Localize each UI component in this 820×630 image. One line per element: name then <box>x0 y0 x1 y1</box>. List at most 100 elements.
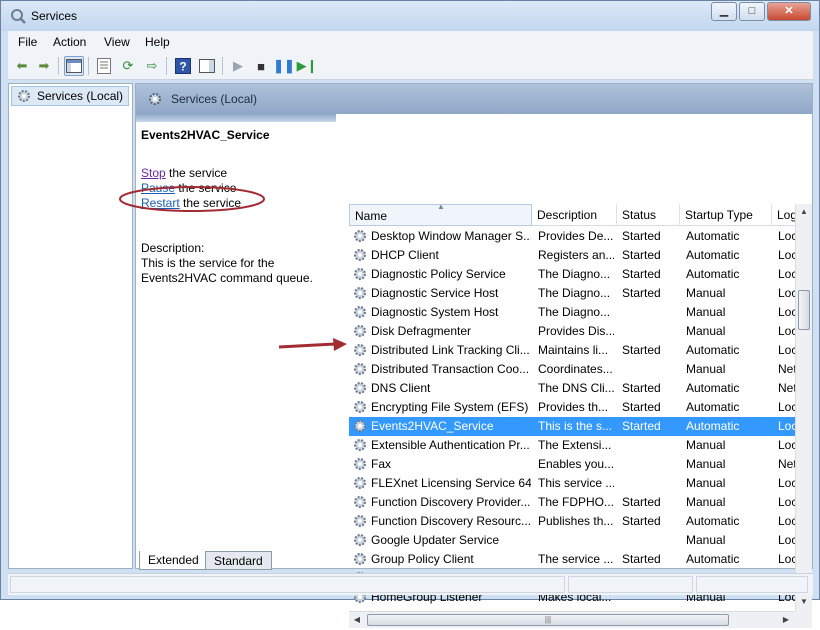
menu-view[interactable]: View <box>104 35 130 49</box>
maximize-button[interactable]: □ <box>739 2 765 21</box>
service-row[interactable]: Diagnostic Policy Service The Diagno... St… <box>349 265 795 284</box>
service-name: Distributed Link Tracking Cli... <box>371 343 530 357</box>
service-description: The FDPHO... <box>538 495 614 509</box>
view-tabs: Extended Standard <box>135 551 813 571</box>
service-description: Provides De... <box>538 229 614 243</box>
status-segment <box>696 576 808 593</box>
show-hide-console-tree-button[interactable] <box>64 56 84 76</box>
service-log-on-as: Loc <box>778 533 795 547</box>
service-row[interactable]: Distributed Link Tracking Cli... Maintain… <box>349 341 795 360</box>
vertical-scroll-thumb[interactable] <box>798 290 810 330</box>
status-segment <box>10 576 565 593</box>
service-name: Events2HVAC_Service <box>371 419 494 433</box>
service-row[interactable]: Function Discovery Resourc... Publishes t… <box>349 512 795 531</box>
toolbar-separator <box>222 57 223 75</box>
service-gear-icon <box>354 287 366 299</box>
forward-button[interactable]: ➡ <box>34 56 54 76</box>
service-row[interactable]: Diagnostic Service Host The Diagno... Star… <box>349 284 795 303</box>
export-list-button[interactable]: ⇨ <box>142 56 162 76</box>
service-gear-icon <box>354 230 366 242</box>
service-row[interactable]: Extensible Authentication Pr... The Exten… <box>349 436 795 455</box>
stop-service-link[interactable]: Stop <box>141 166 166 180</box>
service-row[interactable]: DNS Client The DNS Cli... Started Automatic… <box>349 379 795 398</box>
service-log-on-as: Loc <box>778 514 795 528</box>
pause-icon: ❚❚ <box>273 58 295 73</box>
service-row[interactable]: DHCP Client Registers an... Started Automat… <box>349 246 795 265</box>
scroll-up-icon[interactable]: ▲ <box>796 204 812 220</box>
pane-banner-title: Services (Local) <box>171 92 258 106</box>
service-row[interactable]: Function Discovery Provider... The FDPHO.… <box>349 493 795 512</box>
service-description: Enables you... <box>538 457 614 471</box>
service-row[interactable]: Events2HVAC_Service This is the s... Start… <box>349 417 795 436</box>
service-row[interactable]: Fax Enables you... Manual Net <box>349 455 795 474</box>
console-tree-icon <box>66 59 82 73</box>
service-name: Google Updater Service <box>371 533 500 547</box>
service-row[interactable]: Desktop Window Manager S... Provides De..… <box>349 227 795 246</box>
column-header-name[interactable]: ▲ Name <box>349 204 532 226</box>
service-description: The Diagno... <box>538 286 611 300</box>
pane-banner: Services (Local) <box>136 84 812 114</box>
horizontal-scroll-thumb[interactable]: ||| <box>367 614 729 626</box>
service-description: Description: This is the service for the… <box>141 241 331 286</box>
pause-service-button[interactable]: ❚❚ <box>273 56 295 76</box>
tab-extended[interactable]: Extended <box>139 551 208 570</box>
properties-button[interactable] <box>94 56 114 76</box>
service-row[interactable]: Disk Defragmenter Provides Dis... Manual Lo… <box>349 322 795 341</box>
start-service-button[interactable]: ▶ <box>228 56 248 76</box>
services-window: Services ▁ □ ✕ File Action View Help ⬅ ➡… <box>0 0 820 628</box>
restart-service-button[interactable]: ▶❙ <box>296 56 318 76</box>
service-startup-type: Manual <box>686 324 726 338</box>
stop-service-button[interactable]: ■ <box>251 56 271 76</box>
service-name: DNS Client <box>371 381 431 395</box>
service-row[interactable]: Google Updater Service Manual Loc <box>349 531 795 550</box>
close-button[interactable]: ✕ <box>767 2 811 21</box>
restart-icon: ▶❙ <box>296 58 318 73</box>
help-button[interactable]: ? <box>173 56 193 76</box>
menu-action[interactable]: Action <box>53 35 86 49</box>
service-gear-icon <box>354 344 366 356</box>
service-gear-icon <box>354 306 366 318</box>
service-status: Started <box>622 343 661 357</box>
service-startup-type: Manual <box>686 495 726 509</box>
vertical-scrollbar[interactable]: ▲ ▼ <box>795 204 812 611</box>
service-name: DHCP Client <box>371 248 439 262</box>
tree-item-services-local[interactable]: Services (Local) <box>11 86 129 106</box>
menu-file[interactable]: File <box>18 35 37 49</box>
column-name-label: Name <box>355 209 388 223</box>
service-startup-type: Automatic <box>686 514 740 528</box>
minimize-button[interactable]: ▁ <box>711 2 737 21</box>
column-header-description[interactable]: Description <box>532 204 617 226</box>
service-row[interactable]: Diagnostic System Host The Diagno... Manua… <box>349 303 795 322</box>
service-row[interactable]: Distributed Transaction Coo... Coordinate… <box>349 360 795 379</box>
service-row[interactable]: FLEXnet Licensing Service 64 This service… <box>349 474 795 493</box>
service-row[interactable]: Encrypting File System (EFS) Provides th.… <box>349 398 795 417</box>
column-header-log-on-as[interactable]: Log <box>772 204 795 226</box>
services-rows: Desktop Window Manager S... Provides De..… <box>349 227 795 607</box>
back-button[interactable]: ⬅ <box>12 56 32 76</box>
tree-item-label: Services (Local) <box>37 89 124 103</box>
service-description: Maintains li... <box>538 343 609 357</box>
scroll-left-icon[interactable]: ◀ <box>349 612 365 628</box>
service-log-on-as: Net <box>778 381 795 395</box>
selected-service-title: Events2HVAC_Service <box>141 128 270 142</box>
column-header-status[interactable]: Status <box>617 204 680 226</box>
properties-icon <box>97 58 111 74</box>
service-startup-type: Manual <box>686 286 726 300</box>
service-description: The Extensi... <box>538 438 612 452</box>
column-header-startup-type[interactable]: Startup Type <box>680 204 772 226</box>
service-log-on-as: Loc <box>778 400 795 414</box>
refresh-button[interactable]: ⟳ <box>118 56 138 76</box>
services-gear-icon <box>18 90 30 102</box>
scroll-down-icon[interactable]: ▼ <box>796 594 812 610</box>
tab-standard[interactable]: Standard <box>205 551 272 570</box>
service-status: Started <box>622 267 661 281</box>
action-pane-button[interactable] <box>197 56 217 76</box>
horizontal-scrollbar[interactable]: ◀ ||| ▶ <box>349 611 795 628</box>
scroll-right-icon[interactable]: ▶ <box>778 612 794 628</box>
banner-notch <box>136 114 336 122</box>
menu-help[interactable]: Help <box>145 35 170 49</box>
service-gear-icon <box>354 534 366 546</box>
play-icon: ▶ <box>233 58 243 73</box>
toolbar-separator <box>58 57 59 75</box>
service-startup-type: Manual <box>686 362 726 376</box>
